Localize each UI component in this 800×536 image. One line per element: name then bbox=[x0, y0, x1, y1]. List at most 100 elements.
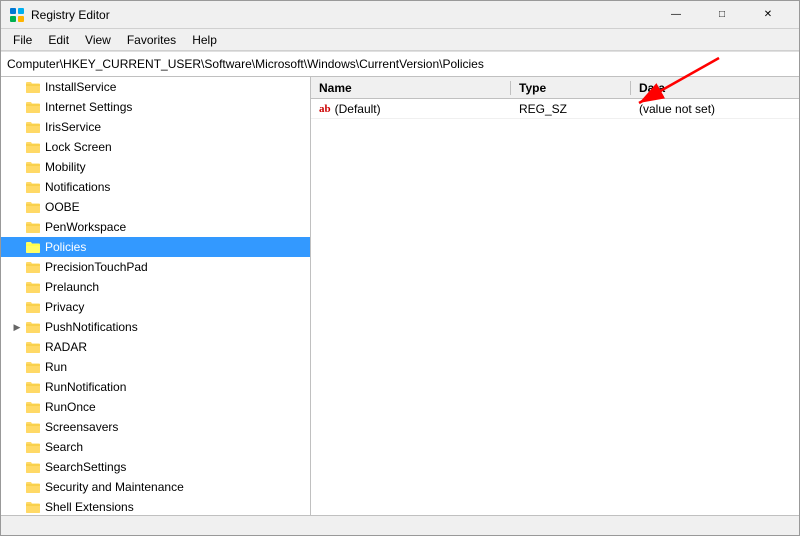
tree-label-notifications: Notifications bbox=[45, 180, 110, 194]
tree-item-notifications[interactable]: Notifications bbox=[1, 177, 310, 197]
menu-item-file[interactable]: File bbox=[5, 31, 40, 49]
address-bar: Computer\HKEY_CURRENT_USER\Software\Micr… bbox=[1, 51, 799, 77]
col-header-type: Type bbox=[511, 81, 631, 95]
tree-item-run[interactable]: Run bbox=[1, 357, 310, 377]
tree-item-shellextensions[interactable]: Shell Extensions bbox=[1, 497, 310, 515]
menu-item-favorites[interactable]: Favorites bbox=[119, 31, 184, 49]
folder-icon-run bbox=[25, 360, 41, 374]
folder-icon-shellextensions bbox=[25, 500, 41, 514]
tree-label-screensavers: Screensavers bbox=[45, 420, 118, 434]
col-header-name: Name bbox=[311, 81, 511, 95]
maximize-button[interactable]: □ bbox=[699, 1, 745, 29]
tree-item-search[interactable]: Search bbox=[1, 437, 310, 457]
tree-item-mobility[interactable]: Mobility bbox=[1, 157, 310, 177]
tree-item-securityandmaintenance[interactable]: Security and Maintenance bbox=[1, 477, 310, 497]
status-bar bbox=[1, 515, 799, 536]
expand-icon-internetsettings bbox=[9, 99, 25, 115]
minimize-button[interactable]: — bbox=[653, 1, 699, 29]
table-row[interactable]: ab (Default) REG_SZ(value not set) bbox=[311, 99, 799, 119]
menu-item-help[interactable]: Help bbox=[184, 31, 225, 49]
folder-icon-installservice bbox=[25, 80, 41, 94]
folder-icon-runnotification bbox=[25, 380, 41, 394]
col-header-data: Data bbox=[631, 81, 799, 95]
tree-label-penworkspace: PenWorkspace bbox=[45, 220, 126, 234]
main-content: InstallService Internet Settings IrisSer… bbox=[1, 77, 799, 515]
tree-label-run: Run bbox=[45, 360, 67, 374]
cell-type: REG_SZ bbox=[511, 102, 631, 116]
folder-icon-securityandmaintenance bbox=[25, 480, 41, 494]
tree-label-runonce: RunOnce bbox=[45, 400, 96, 414]
menu-item-edit[interactable]: Edit bbox=[40, 31, 77, 49]
expand-icon-runonce bbox=[9, 399, 25, 415]
expand-icon-runnotification bbox=[9, 379, 25, 395]
cell-name: ab (Default) bbox=[311, 102, 511, 116]
tree-item-irisservice[interactable]: IrisService bbox=[1, 117, 310, 137]
folder-icon-precisiontouchpad bbox=[25, 260, 41, 274]
expand-icon-screensavers bbox=[9, 419, 25, 435]
tree-label-shellextensions: Shell Extensions bbox=[45, 500, 134, 514]
folder-icon-pushnotifications bbox=[25, 320, 41, 334]
tree-label-irisservice: IrisService bbox=[45, 120, 101, 134]
folder-icon-irisservice bbox=[25, 120, 41, 134]
title-bar: Registry Editor — □ ✕ bbox=[1, 1, 799, 29]
expand-icon-shellextensions bbox=[9, 499, 25, 515]
title-bar-text: Registry Editor bbox=[31, 8, 110, 22]
tree-item-searchsettings[interactable]: SearchSettings bbox=[1, 457, 310, 477]
expand-icon-irisservice bbox=[9, 119, 25, 135]
folder-icon-privacy bbox=[25, 300, 41, 314]
tree-label-pushnotifications: PushNotifications bbox=[45, 320, 138, 334]
folder-icon-radar bbox=[25, 340, 41, 354]
tree-panel[interactable]: InstallService Internet Settings IrisSer… bbox=[1, 77, 311, 515]
data-panel: Name Type Data ab (Default) REG_SZ(value n… bbox=[311, 77, 799, 515]
expand-icon-pushnotifications[interactable]: ▶ bbox=[9, 319, 25, 335]
folder-icon-lockscreen bbox=[25, 140, 41, 154]
expand-icon-oobe bbox=[9, 199, 25, 215]
tree-label-lockscreen: Lock Screen bbox=[45, 140, 112, 154]
folder-icon-oobe bbox=[25, 200, 41, 214]
tree-item-runnotification[interactable]: RunNotification bbox=[1, 377, 310, 397]
folder-icon-mobility bbox=[25, 160, 41, 174]
tree-item-privacy[interactable]: Privacy bbox=[1, 297, 310, 317]
data-table-header: Name Type Data bbox=[311, 77, 799, 99]
folder-icon-policies bbox=[25, 240, 41, 254]
tree-item-penworkspace[interactable]: PenWorkspace bbox=[1, 217, 310, 237]
expand-icon-run bbox=[9, 359, 25, 375]
tree-item-radar[interactable]: RADAR bbox=[1, 337, 310, 357]
expand-icon-searchsettings bbox=[9, 459, 25, 475]
tree-label-prelaunch: Prelaunch bbox=[45, 280, 99, 294]
tree-label-precisiontouchpad: PrecisionTouchPad bbox=[45, 260, 148, 274]
cell-data: (value not set) bbox=[631, 102, 799, 116]
tree-item-policies[interactable]: Policies bbox=[1, 237, 310, 257]
ab-icon: ab bbox=[319, 103, 331, 115]
expand-icon-precisiontouchpad bbox=[9, 259, 25, 275]
expand-icon-policies bbox=[9, 239, 25, 255]
tree-label-radar: RADAR bbox=[45, 340, 87, 354]
tree-item-screensavers[interactable]: Screensavers bbox=[1, 417, 310, 437]
folder-icon-runonce bbox=[25, 400, 41, 414]
tree-item-prelaunch[interactable]: Prelaunch bbox=[1, 277, 310, 297]
expand-icon-penworkspace bbox=[9, 219, 25, 235]
folder-icon-internetsettings bbox=[25, 100, 41, 114]
expand-icon-securityandmaintenance bbox=[9, 479, 25, 495]
expand-icon-radar bbox=[9, 339, 25, 355]
tree-item-internetsettings[interactable]: Internet Settings bbox=[1, 97, 310, 117]
tree-item-pushnotifications[interactable]: ▶ PushNotifications bbox=[1, 317, 310, 337]
menu-item-view[interactable]: View bbox=[77, 31, 119, 49]
tree-item-lockscreen[interactable]: Lock Screen bbox=[1, 137, 310, 157]
expand-icon-lockscreen bbox=[9, 139, 25, 155]
tree-item-oobe[interactable]: OOBE bbox=[1, 197, 310, 217]
folder-icon-screensavers bbox=[25, 420, 41, 434]
cell-name-text: (Default) bbox=[335, 102, 381, 116]
address-path[interactable]: Computer\HKEY_CURRENT_USER\Software\Micr… bbox=[7, 57, 793, 71]
tree-item-precisiontouchpad[interactable]: PrecisionTouchPad bbox=[1, 257, 310, 277]
folder-icon-notifications bbox=[25, 180, 41, 194]
app-icon bbox=[9, 7, 25, 23]
close-button[interactable]: ✕ bbox=[745, 1, 791, 29]
registry-editor-window: Registry Editor — □ ✕ FileEditViewFavori… bbox=[0, 0, 800, 536]
folder-icon-penworkspace bbox=[25, 220, 41, 234]
tree-item-installservice[interactable]: InstallService bbox=[1, 77, 310, 97]
expand-icon-search bbox=[9, 439, 25, 455]
tree-label-mobility: Mobility bbox=[45, 160, 86, 174]
tree-item-runonce[interactable]: RunOnce bbox=[1, 397, 310, 417]
tree-label-runnotification: RunNotification bbox=[45, 380, 126, 394]
